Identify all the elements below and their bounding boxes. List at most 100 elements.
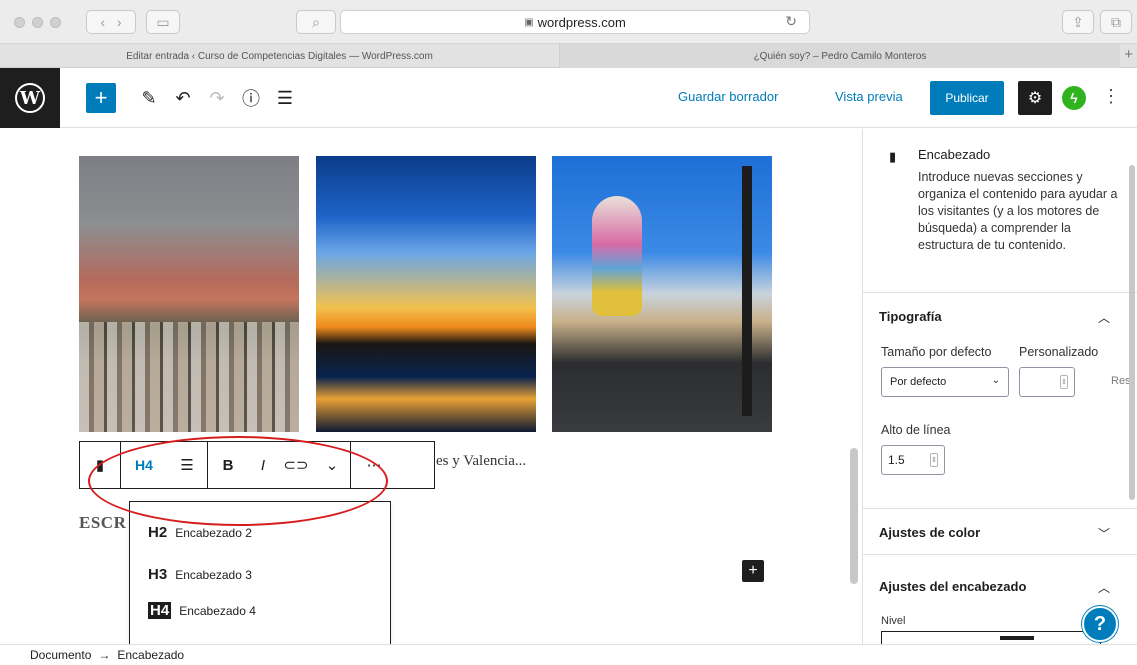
gallery-image-1[interactable] <box>79 156 299 432</box>
h4-icon: H4 <box>148 602 172 619</box>
heading-block[interactable]: ESCR <box>79 513 126 533</box>
undo-button[interactable]: ↶ <box>170 85 196 111</box>
tab-about[interactable]: ¿Quién soy? – Pedro Camilo Monteros <box>560 44 1120 68</box>
reload-icon[interactable]: ↻ <box>785 13 797 30</box>
question-icon: ? <box>1093 612 1107 635</box>
arrow-right-icon: → <box>98 648 111 662</box>
tab-label: Editar entrada ‹ Curso de Competencias D… <box>126 50 433 62</box>
stepper-icon[interactable]: ⇕ <box>930 453 938 467</box>
close-window-button[interactable] <box>14 17 25 28</box>
pencil-icon: ✎ <box>141 87 157 108</box>
menu-item-label: Encabezado 2 <box>175 525 252 540</box>
list-view-icon: ☰ <box>276 87 294 108</box>
minimize-window-button[interactable] <box>32 17 43 28</box>
gallery-image-2[interactable] <box>316 156 536 432</box>
level-indicator <box>1000 636 1034 640</box>
plus-icon: + <box>748 562 758 579</box>
sidebar-toggle-button[interactable]: ▭ <box>146 10 180 34</box>
back-icon[interactable]: ‹ <box>100 14 105 30</box>
gallery-image-3[interactable] <box>552 156 772 432</box>
help-button[interactable]: ? <box>1082 606 1118 642</box>
menu-item-h2[interactable]: H2 Encabezado 2 <box>148 524 252 541</box>
forward-icon[interactable]: › <box>117 14 122 30</box>
settings-button[interactable]: ⚙ <box>1018 81 1052 115</box>
reset-button[interactable]: Res <box>1111 375 1131 387</box>
block-inserter-button[interactable]: + <box>742 560 764 582</box>
tab-bar: Editar entrada ‹ Curso de Competencias D… <box>0 44 1137 68</box>
redo-icon: ↷ <box>209 87 225 108</box>
undo-icon: ↶ <box>175 87 191 108</box>
gallery-caption[interactable]: es y Valencia... <box>436 453 526 470</box>
level-selector[interactable] <box>881 631 1101 644</box>
info-icon: ⓘ <box>242 89 260 109</box>
custom-size-label: Personalizado <box>1019 345 1099 359</box>
preview-button[interactable]: Vista previa <box>835 89 903 104</box>
line-height-value: 1.5 <box>888 453 905 467</box>
color-panel[interactable]: Ajustes de color ﹀ <box>863 509 1137 555</box>
block-description: Introduce nuevas secciones y organiza el… <box>918 170 1118 252</box>
sidebar-scrollbar[interactable] <box>1129 165 1135 500</box>
tab-label: ¿Quién soy? – Pedro Camilo Monteros <box>753 50 927 62</box>
font-size-select[interactable]: Por defecto ⌄ <box>881 367 1009 397</box>
add-block-button[interactable]: + <box>86 83 116 113</box>
chevron-down-icon: ﹀ <box>1097 527 1110 541</box>
editor-scrollbar[interactable] <box>850 448 858 584</box>
editor-header: W + ✎ ↶ ↷ ⓘ ☰ Guardar borrador Vista pre… <box>0 68 1137 128</box>
breadcrumb-document[interactable]: Documento <box>30 648 91 662</box>
share-icon: ⇪ <box>1072 13 1084 30</box>
address-bar[interactable]: ▣ wordpress.com ↻ <box>340 10 810 34</box>
publish-button[interactable]: Publicar <box>930 81 1004 115</box>
chevron-up-icon[interactable]: ︿ <box>1098 309 1110 326</box>
back-forward-buttons[interactable]: ‹ › <box>86 10 136 34</box>
breadcrumb-heading[interactable]: Encabezado <box>117 648 184 662</box>
chevron-down-icon: ⌄ <box>991 375 1000 386</box>
lock-icon: ▣ <box>524 16 534 28</box>
menu-item-label: Encabezado 4 <box>179 603 256 618</box>
more-vertical-icon: ⋮ <box>1102 86 1120 106</box>
sidebar-icon: ▭ <box>156 13 170 30</box>
more-options-button[interactable]: ⋮ <box>1102 86 1120 107</box>
edit-tool-button[interactable]: ✎ <box>136 85 162 111</box>
font-size-value: Por defecto <box>890 376 947 388</box>
bookmark-icon: ▮ <box>889 149 897 164</box>
block-title: Encabezado <box>918 147 991 162</box>
settings-sidebar: ▮ Encabezado Introduce nuevas secciones … <box>862 129 1137 644</box>
new-tab-icon[interactable]: + <box>1124 46 1133 63</box>
gear-icon: ⚙ <box>1027 90 1043 107</box>
menu-item-label: Encabezado 3 <box>175 567 252 582</box>
typography-panel: Tipografía ︿ Tamaño por defecto Personal… <box>863 293 1137 509</box>
line-height-input[interactable]: 1.5 ⇕ <box>881 445 945 475</box>
line-height-label: Alto de línea <box>881 423 951 437</box>
wordpress-logo[interactable]: W <box>0 68 60 128</box>
outline-button[interactable]: ☰ <box>272 85 298 111</box>
jetpack-button[interactable]: ϟ <box>1062 86 1086 110</box>
tabs-overview-button[interactable]: ⧉ <box>1100 10 1132 34</box>
zoom-window-button[interactable] <box>50 17 61 28</box>
typography-panel-toggle[interactable]: Tipografía <box>879 309 942 324</box>
browser-toolbar: ‹ › ▭ ⌕ ▣ wordpress.com ↻ ⇪ ⧉ <box>0 0 1137 44</box>
color-panel-title: Ajustes de color <box>879 525 981 540</box>
wordpress-icon: W <box>15 83 45 113</box>
share-button[interactable]: ⇪ <box>1062 10 1094 34</box>
search-icon: ⌕ <box>312 13 320 30</box>
address-text: wordpress.com <box>537 14 626 30</box>
jetpack-icon: ϟ <box>1070 90 1078 106</box>
redo-button[interactable]: ↷ <box>204 85 230 111</box>
menu-item-h4[interactable]: H4 Encabezado 4 <box>148 602 256 619</box>
breadcrumb: Documento → Encabezado <box>0 644 1137 665</box>
editor-canvas: ▮ H4 ☰ B I ⊂⊃ ⌄ ⋯ es y Valencia... ESCR … <box>0 129 862 644</box>
save-draft-button[interactable]: Guardar borrador <box>678 89 778 104</box>
custom-size-input[interactable]: ⇕ <box>1019 367 1075 397</box>
stepper-icon[interactable]: ⇕ <box>1060 375 1068 389</box>
h2-icon: H2 <box>148 524 168 541</box>
heading-settings-toggle[interactable]: Ajustes del encabezado <box>879 579 1026 594</box>
chevron-up-icon[interactable]: ︿ <box>1098 579 1110 596</box>
highlight-annotation <box>88 436 388 526</box>
level-label: Nivel <box>881 615 906 627</box>
h3-icon: H3 <box>148 566 168 583</box>
block-card: ▮ Encabezado Introduce nuevas secciones … <box>863 129 1137 293</box>
details-button[interactable]: ⓘ <box>238 85 264 111</box>
search-button[interactable]: ⌕ <box>296 10 336 34</box>
menu-item-h3[interactable]: H3 Encabezado 3 <box>148 566 252 583</box>
tab-editor[interactable]: Editar entrada ‹ Curso de Competencias D… <box>0 44 560 68</box>
